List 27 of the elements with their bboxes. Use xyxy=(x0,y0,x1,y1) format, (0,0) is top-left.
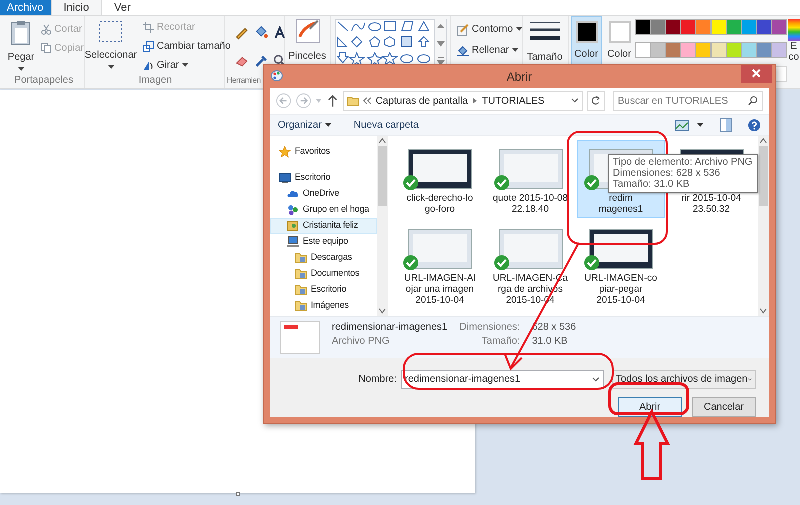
group-label: Portapapeles xyxy=(14,74,74,88)
file-name: ojar una imagen xyxy=(406,284,474,295)
file-type: Archivo PNG xyxy=(332,335,391,349)
file-name: 2015-10-04 xyxy=(416,295,464,306)
tooltip-line: Tamaño: 31.0 KB xyxy=(613,179,691,190)
file-name: URL-IMAGEN-Al xyxy=(404,273,476,284)
field-value: 31.0 KB xyxy=(532,335,569,349)
file-name: click-derecho-lo xyxy=(406,193,474,204)
file-name: quote 2015-10-08 xyxy=(492,193,568,204)
file-name: piar-pegar xyxy=(599,284,643,295)
tooltip-line: Tipo de elemento: Archivo PNG xyxy=(613,157,753,168)
field-label: Nombre: xyxy=(358,373,397,387)
file-name: redimensionar-imagenes1 xyxy=(332,321,448,335)
field-label: Dimensiones: xyxy=(460,321,520,335)
field-label: Tamaño: xyxy=(482,335,520,349)
dialog-title: Abrir xyxy=(506,68,532,86)
file-name: go-foro xyxy=(424,204,456,215)
file-name: 22.18.40 xyxy=(512,204,549,215)
file-name: 2015-10-04 xyxy=(596,295,646,306)
file-name: URL-IMAGEN-co xyxy=(584,273,658,284)
group-label: Imagen xyxy=(138,74,172,88)
file-name: magenes1 xyxy=(598,204,644,215)
group-label: Herramien xyxy=(226,75,261,87)
file-name: redim xyxy=(609,193,633,204)
file-name: rir 2015-10-04 xyxy=(682,193,742,204)
file-name: 23.50.32 xyxy=(693,204,730,215)
tooltip-line: Dimensiones: 628 x 536 xyxy=(613,168,722,179)
